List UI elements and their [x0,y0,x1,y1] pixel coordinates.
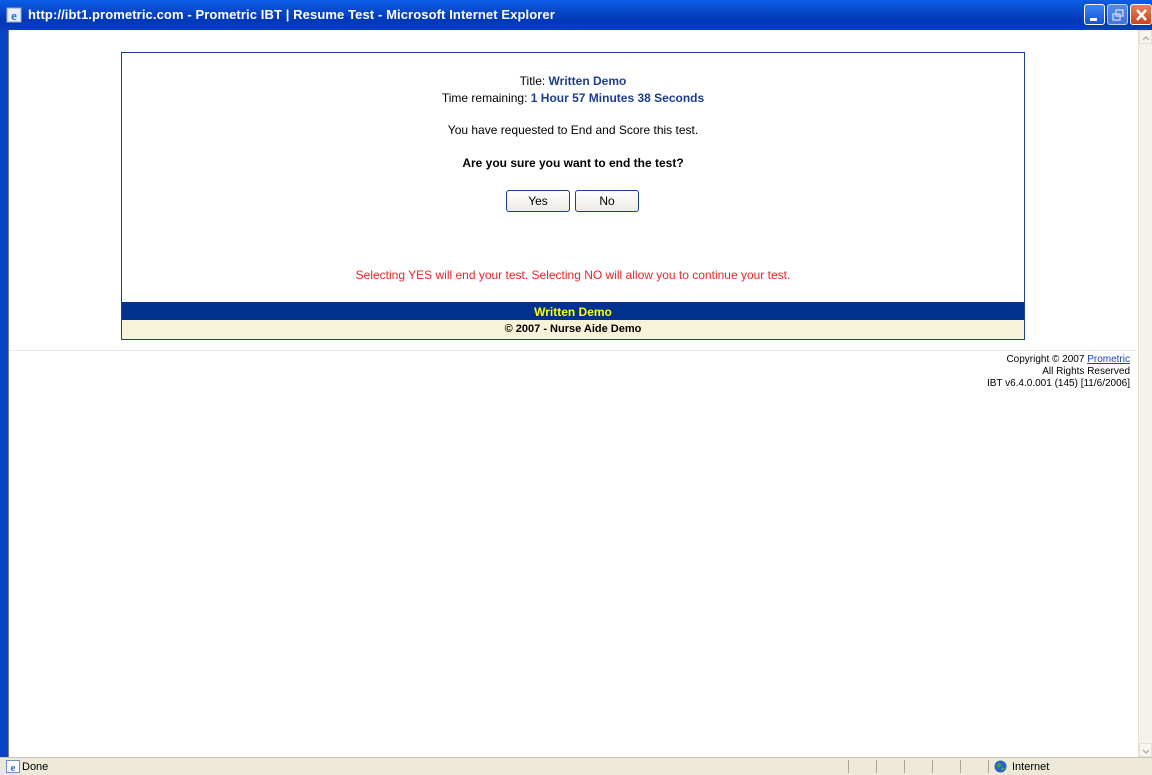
test-title-label: Title: [519,74,549,88]
time-remaining-label: Time remaining: [441,91,531,105]
vertical-scrollbar[interactable] [1138,30,1152,757]
minimize-button[interactable] [1084,4,1105,25]
window-frame [0,30,8,757]
test-title-line: Title: Written Demo [122,74,1024,88]
restore-icon [1112,9,1124,21]
status-divider [960,760,961,773]
copyright-block: Copyright © 2007 Prometric All Rights Re… [987,354,1130,390]
time-remaining-line: Time remaining: 1 Hour 57 Minutes 38 Sec… [122,91,1024,105]
footer-title-bar: Written Demo [122,302,1024,320]
time-remaining-value: 1 Hour 57 Minutes 38 Seconds [530,91,705,105]
restore-button[interactable] [1107,4,1128,25]
status-bar: e Done Internet [0,757,1152,775]
status-divider [932,760,933,773]
warning-message: Selecting YES will end your test. Select… [355,268,791,282]
copyright-line: Copyright © 2007 Prometric [987,354,1130,366]
divider [9,350,1136,351]
no-button[interactable]: No [575,190,639,212]
ie-icon: e [6,7,22,23]
chevron-down-icon [1142,749,1150,755]
version-info: IBT v6.4.0.001 (145) [11/6/2006] [986,378,1130,389]
security-zone-label: Internet [1012,761,1050,773]
status-text: Done [22,761,49,773]
status-divider [848,760,849,773]
window-title: http://ibt1.prometric.com - Prometric IB… [28,7,555,22]
end-test-dialog: Title: Written Demo Time remaining: 1 Ho… [121,52,1025,340]
minimize-icon [1090,18,1097,21]
end-request-message: You have requested to End and Score this… [447,123,699,137]
status-divider [876,760,877,773]
prometric-link[interactable]: Prometric [1087,354,1130,365]
copyright-text: Copyright © 2007 [1006,354,1088,365]
close-button[interactable] [1130,4,1152,25]
scroll-up-button[interactable] [1139,30,1152,44]
yes-button[interactable]: Yes [506,190,570,212]
chevron-up-icon [1142,35,1150,41]
globe-icon [994,760,1007,773]
test-title-value: Written Demo [548,74,627,88]
page-done-icon: e [6,760,20,773]
rights-reserved: All Rights Reserved [1042,366,1130,377]
window-titlebar[interactable]: e http://ibt1.prometric.com - Prometric … [0,0,1152,30]
status-divider [904,760,905,773]
svg-text:e: e [11,762,16,773]
close-icon [1136,9,1147,21]
scroll-down-button[interactable] [1139,743,1152,757]
svg-text:e: e [11,8,17,23]
confirm-question: Are you sure you want to end the test? [462,156,684,170]
footer-copyright-bar: © 2007 - Nurse Aide Demo [122,320,1024,339]
status-divider [988,760,989,773]
